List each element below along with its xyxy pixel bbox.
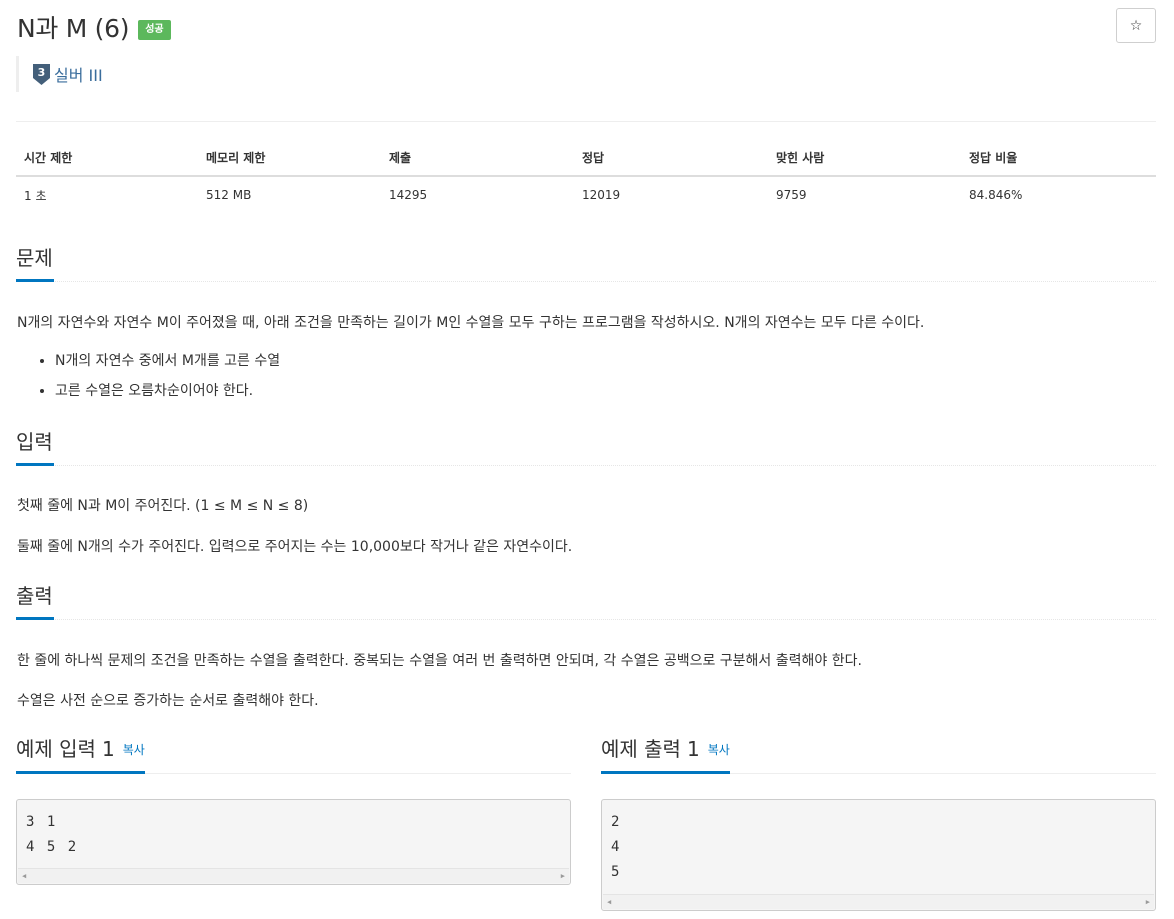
sample-output-line: 5 <box>611 864 622 880</box>
input-text-line: 둘째 줄에 N개의 수가 주어진다. 입력으로 주어지는 수는 10,000보다… <box>17 539 573 555</box>
status-badge: 성공 <box>138 20 171 40</box>
table-header-row: 시간 제한 메모리 제한 제출 정답 맞힌 사람 정답 비율 <box>16 140 1156 177</box>
copy-sample-output-button[interactable]: 복사 <box>708 743 730 757</box>
sample-output-header: 예제 출력 1 복사 <box>601 736 1156 774</box>
sample-output-box[interactable]: 2 4 5 ◀ ▶ <box>601 799 1156 911</box>
accepted-value: 12019 <box>582 188 621 202</box>
section-description: 문제 <box>16 240 1156 282</box>
divider <box>16 121 1156 122</box>
problem-title: N과 M (6) <box>17 14 130 43</box>
scroll-left-icon[interactable]: ◀ <box>22 872 26 880</box>
tier-label[interactable]: 실버 III <box>54 62 103 86</box>
table-header: 정답 <box>574 140 768 177</box>
description-text: N개의 자연수와 자연수 M이 주어졌을 때, 아래 조건을 만족하는 길이가 … <box>17 315 925 331</box>
sample-output-label: 예제 출력 <box>601 737 681 761</box>
horizontal-scrollbar[interactable]: ◀ ▶ <box>603 894 1154 909</box>
time-limit-value: 1 초 <box>24 188 47 203</box>
sample-input-line: 4 5 2 <box>26 839 79 855</box>
silver-tier-icon: 3 <box>33 63 50 85</box>
sample-input-number: 1 <box>101 737 115 761</box>
sample-output-title: 예제 출력 1 복사 <box>601 736 730 774</box>
memory-limit-value: 512 MB <box>206 188 252 202</box>
table-header: 맞힌 사람 <box>768 140 961 177</box>
problem-info-table: 시간 제한 메모리 제한 제출 정답 맞힌 사람 정답 비율 1 초 512 M… <box>16 140 1156 213</box>
input-text-line: 첫째 줄에 N과 M이 주어진다. (1 ≤ M ≤ N ≤ 8) <box>17 498 309 514</box>
table-header: 시간 제한 <box>16 140 198 177</box>
sample-input-label: 예제 입력 <box>16 737 96 761</box>
scroll-right-icon[interactable]: ▶ <box>1146 898 1150 906</box>
output-text-line: 수열은 사전 순으로 증가하는 순서로 출력해야 한다. <box>17 693 319 709</box>
sample-input-title: 예제 입력 1 복사 <box>16 736 145 774</box>
description-list: N개의 자연수 중에서 M개를 고른 수열 고른 수열은 오름차순이어야 한다. <box>37 350 280 410</box>
section-heading-output: 출력 <box>16 578 54 620</box>
scroll-right-icon[interactable]: ▶ <box>561 872 565 880</box>
list-item: 고른 수열은 오름차순이어야 한다. <box>55 380 280 410</box>
submissions-value[interactable]: 14295 <box>381 176 574 213</box>
tier-level-text: 3 <box>38 66 46 79</box>
table-header: 제출 <box>381 140 574 177</box>
sample-input-header: 예제 입력 1 복사 <box>16 736 571 774</box>
section-output: 출력 <box>16 578 1156 620</box>
list-item: N개의 자연수 중에서 M개를 고른 수열 <box>55 350 280 380</box>
solvers-value[interactable]: 9759 <box>768 176 961 213</box>
table-header: 메모리 제한 <box>198 140 381 177</box>
tier-box: 3 실버 III <box>16 56 103 92</box>
scroll-left-icon[interactable]: ◀ <box>607 898 611 906</box>
title-row: N과 M (6) 성공 <box>17 10 171 44</box>
horizontal-scrollbar[interactable]: ◀ ▶ <box>18 868 569 883</box>
section-input: 입력 <box>16 424 1156 466</box>
copy-sample-input-button[interactable]: 복사 <box>123 743 145 757</box>
sample-input-box[interactable]: 3 1 4 5 2 ◀ ▶ <box>16 799 571 885</box>
table-row: 1 초 512 MB 14295 12019 9759 84.846% <box>16 176 1156 213</box>
accept-ratio-value: 84.846% <box>969 188 1023 202</box>
star-icon: ☆ <box>1129 17 1143 34</box>
sample-output-number: 1 <box>686 737 700 761</box>
star-button[interactable]: ☆ <box>1116 8 1156 43</box>
sample-output-line: 2 <box>611 814 622 830</box>
output-text-line: 한 줄에 하나씩 문제의 조건을 만족하는 수열을 출력한다. 중복되는 수열을… <box>17 653 862 669</box>
sample-input-line: 3 1 <box>26 814 58 830</box>
table-header: 정답 비율 <box>961 140 1156 177</box>
section-heading-input: 입력 <box>16 424 54 466</box>
sample-output-line: 4 <box>611 839 622 855</box>
section-heading-description: 문제 <box>16 240 54 282</box>
